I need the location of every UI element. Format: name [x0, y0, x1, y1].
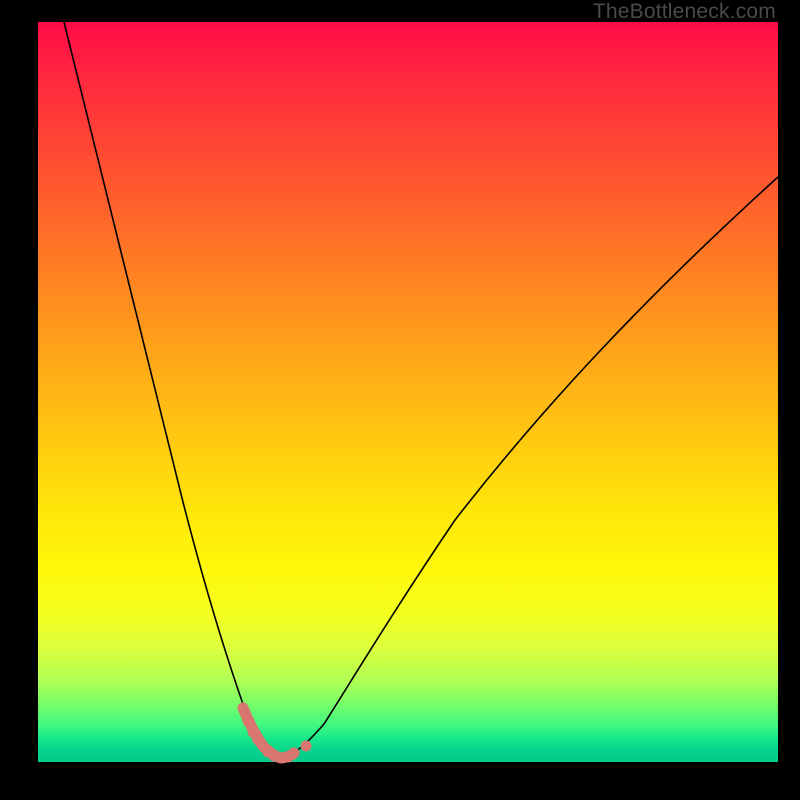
- watermark-text: TheBottleneck.com: [593, 0, 776, 24]
- chart-frame: TheBottleneck.com: [0, 0, 800, 800]
- marker-dot: [289, 748, 300, 759]
- right-curve: [278, 177, 778, 760]
- left-curve: [64, 22, 278, 760]
- chart-svg: [38, 22, 778, 762]
- marker-dot: [243, 716, 254, 727]
- marker-dot: [238, 703, 249, 714]
- marker-dot: [301, 741, 312, 752]
